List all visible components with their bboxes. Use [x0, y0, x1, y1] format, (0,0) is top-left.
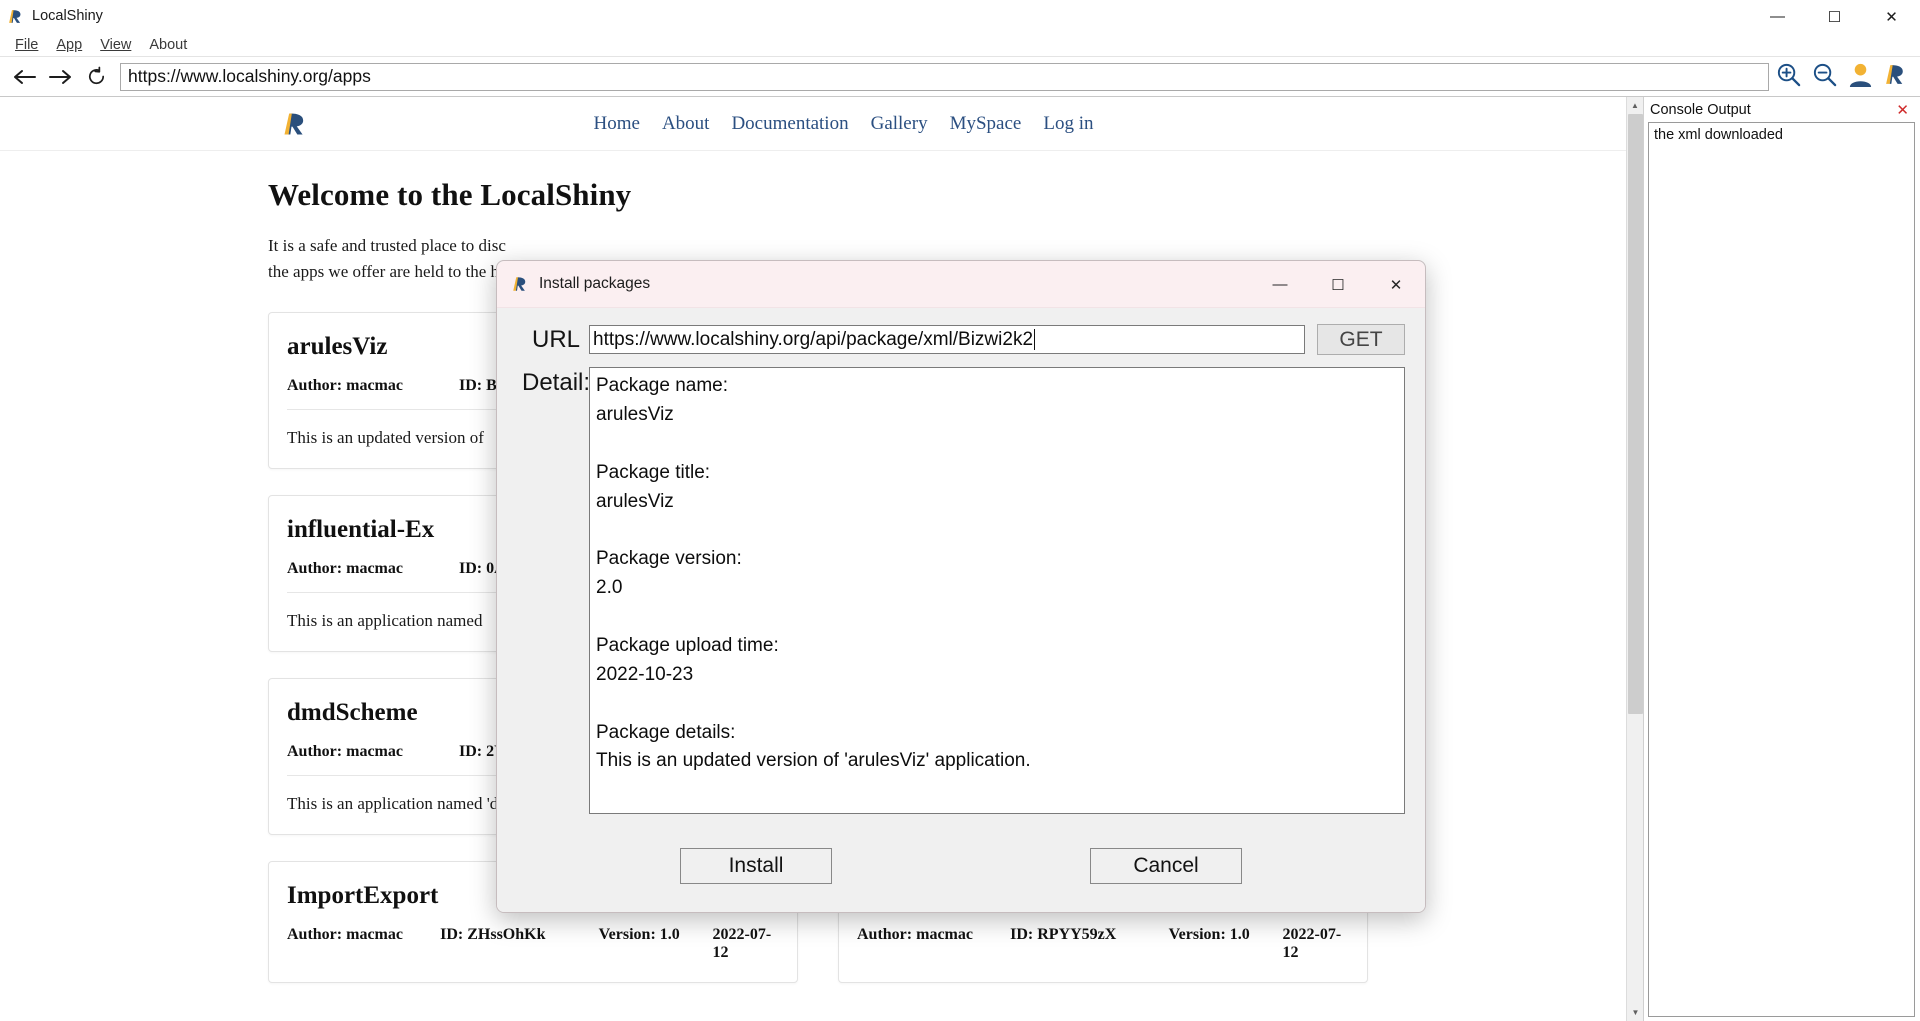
dialog-titlebar: Install packages — ☐ ✕ — [497, 261, 1425, 308]
menu-file[interactable]: File — [6, 36, 47, 54]
dialog-close-button[interactable]: ✕ — [1367, 261, 1425, 308]
user-avatar-icon[interactable] — [1847, 61, 1874, 93]
dialog-cancel-button[interactable]: Cancel — [1090, 848, 1242, 884]
browser-toolbar-icons — [1775, 61, 1914, 93]
dialog-title: Install packages — [539, 275, 651, 292]
card-author: Author: macmac — [287, 376, 403, 394]
minimize-button[interactable]: — — [1749, 0, 1806, 33]
card-title: arulesViz — [287, 332, 388, 360]
site-nav: Home About Documentation Gallery MySpace… — [594, 113, 1094, 135]
scrollbar-thumb[interactable] — [1628, 114, 1643, 714]
console-log[interactable]: the xml downloaded — [1648, 122, 1915, 1017]
r-logo-icon[interactable] — [281, 110, 309, 138]
dialog-url-row: URL https://www.localshiny.org/api/packa… — [517, 324, 1405, 355]
url-input[interactable]: https://www.localshiny.org/apps — [120, 62, 1769, 91]
page-title: Welcome to the LocalShiny — [268, 177, 632, 212]
url-label: URL — [532, 325, 581, 353]
card-author: Author: macmac — [287, 925, 403, 943]
card-id: ID: ZHssOhKk — [440, 925, 546, 943]
browser-navbar: https://www.localshiny.org/apps — [0, 57, 1920, 97]
dialog-window-controls: — ☐ ✕ — [1251, 261, 1425, 308]
dialog-minimize-button[interactable]: — — [1251, 261, 1309, 308]
r-logo-icon[interactable] — [1883, 62, 1908, 92]
card-title: ImportExport — [287, 881, 439, 909]
browser-viewport: Home About Documentation Gallery MySpace… — [0, 97, 1644, 1021]
menu-view[interactable]: View — [91, 36, 140, 54]
dialog-footer: Install Cancel — [497, 828, 1425, 912]
menu-about[interactable]: About — [140, 36, 196, 54]
card-author: Author: macmac — [857, 925, 973, 943]
forward-arrow-icon[interactable] — [42, 60, 78, 94]
menu-app[interactable]: App — [47, 36, 91, 54]
console-title: Console Output — [1650, 101, 1751, 118]
card-version: Version: 1.0 — [598, 925, 680, 943]
detail-label: Detail: — [522, 369, 591, 396]
r-logo-icon — [511, 275, 529, 293]
menu-file-label: File — [15, 36, 39, 53]
detail-textarea[interactable]: Package name: arulesViz Package title: a… — [589, 367, 1405, 814]
card-date: 2022-07-12 — [1282, 925, 1342, 961]
nav-link-gallery[interactable]: Gallery — [871, 113, 928, 135]
site-header: Home About Documentation Gallery MySpace… — [0, 97, 1627, 151]
nav-link-myspace[interactable]: MySpace — [950, 113, 1022, 135]
dialog-url-value: https://www.localshiny.org/api/package/x… — [593, 328, 1034, 350]
card-meta: Author: macmac ID: RPYY59zX Version: 1.0… — [857, 926, 1349, 962]
install-packages-dialog: Install packages — ☐ ✕ URL https://www.l… — [496, 260, 1426, 913]
console-output-panel: Console Output ✕ the xml downloaded — [1644, 97, 1919, 1021]
dialog-maximize-button[interactable]: ☐ — [1309, 261, 1367, 308]
nav-link-login[interactable]: Log in — [1043, 113, 1093, 135]
menubar: File App View About — [0, 33, 1920, 57]
page-intro-line2: the apps we offer are held to the hi — [268, 262, 504, 282]
close-icon[interactable]: ✕ — [1892, 101, 1913, 119]
menu-view-label: View — [100, 36, 132, 53]
console-header: Console Output ✕ — [1644, 97, 1919, 122]
scroll-up-icon[interactable]: ▲ — [1627, 97, 1643, 114]
main-region: Home About Documentation Gallery MySpace… — [0, 97, 1920, 1021]
get-button[interactable]: GET — [1317, 324, 1405, 355]
text-caret — [1034, 329, 1036, 350]
reload-icon[interactable] — [78, 60, 114, 94]
app-titlebar: LocalShiny — ☐ ✕ — [0, 0, 1920, 33]
dialog-body: URL https://www.localshiny.org/api/packa… — [497, 308, 1425, 828]
dialog-detail-row: Detail: Package name: arulesViz Package … — [517, 367, 1405, 828]
page-intro-line1: It is a safe and trusted place to disc — [268, 236, 506, 255]
scroll-down-icon[interactable]: ▼ — [1627, 1004, 1643, 1021]
zoom-in-icon[interactable] — [1775, 61, 1802, 93]
window-controls: — ☐ ✕ — [1749, 0, 1920, 33]
card-date: 2022-07-12 — [712, 925, 772, 961]
page-scrollbar[interactable]: ▲ ▼ — [1626, 97, 1643, 1021]
dialog-url-input[interactable]: https://www.localshiny.org/api/package/x… — [589, 325, 1305, 354]
nav-link-documentation[interactable]: Documentation — [731, 113, 848, 135]
nav-link-about[interactable]: About — [662, 113, 710, 135]
dialog-install-button[interactable]: Install — [680, 848, 832, 884]
app-title: LocalShiny — [32, 8, 103, 24]
card-version: Version: 1.0 — [1168, 925, 1250, 943]
card-meta: Author: macmac ID: ZHssOhKk Version: 1.0… — [287, 926, 779, 962]
maximize-button[interactable]: ☐ — [1806, 0, 1863, 33]
back-arrow-icon[interactable] — [6, 60, 42, 94]
r-logo-icon — [7, 8, 24, 25]
card-id: ID: RPYY59zX — [1010, 925, 1117, 943]
nav-link-home[interactable]: Home — [594, 113, 640, 135]
card-title: dmdScheme — [287, 698, 418, 726]
card-title: influential-Ex — [287, 515, 435, 543]
card-author: Author: macmac — [287, 742, 403, 760]
zoom-out-icon[interactable] — [1811, 61, 1838, 93]
close-button[interactable]: ✕ — [1863, 0, 1920, 33]
card-author: Author: macmac — [287, 559, 403, 577]
menu-app-label: App — [56, 36, 83, 53]
